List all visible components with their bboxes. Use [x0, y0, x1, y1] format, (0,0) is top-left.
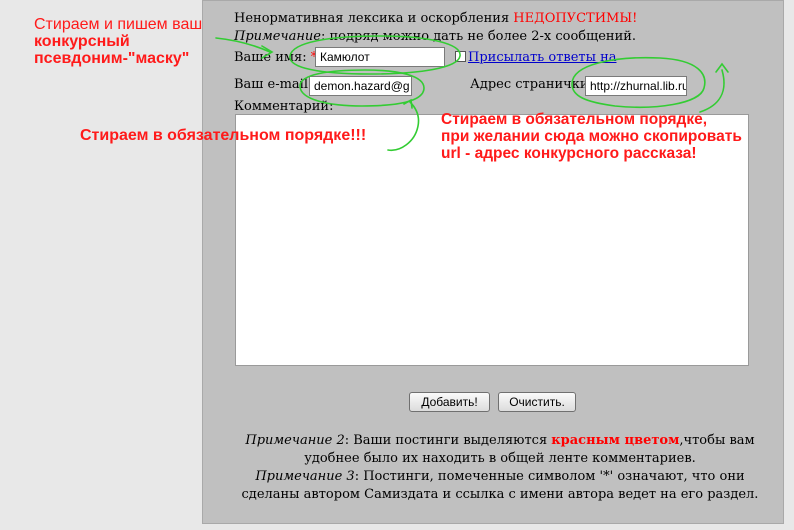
annotation-pseudonym-line1: Стираем и пишем ваш	[34, 16, 203, 33]
name-label: Ваше имя:	[234, 50, 307, 65]
annotation-pseudonym: Стираем и пишем ваш конкурсный псевдоним…	[34, 16, 202, 67]
note-text: : подряд можно дать не более 2-х сообщен…	[320, 29, 637, 44]
annotation-pseudonym-line3: псевдоним-"маску"	[34, 50, 190, 67]
notes-block: Примечание 2: Ваши постинги выделяются к…	[230, 432, 770, 504]
note2-label: Примечание 2	[245, 433, 345, 448]
page-label: Адрес странички:	[470, 77, 593, 92]
clear-button[interactable]: Очистить.	[498, 392, 576, 412]
email-input[interactable]: demon.hazard@g	[309, 76, 412, 96]
name-input[interactable]: Камюлот	[315, 47, 445, 67]
note-3: Примечание 3: Постинги, помеченные симво…	[230, 468, 770, 504]
annotation-url-line2: при желании сюда можно скопировать	[441, 128, 742, 145]
annotation-url-line1: Стираем в обязательном порядке,	[441, 111, 708, 128]
annotation-email: Стираем в обязательном порядке!!!	[80, 127, 367, 144]
note2-text-a: : Ваши постинги выделяются	[344, 433, 552, 448]
note-label: Примечание	[234, 29, 321, 44]
annotation-pseudonym-line2: конкурсный	[34, 33, 130, 50]
comment-label: Комментарий:	[234, 99, 334, 114]
subscribe-link[interactable]: Присылать ответы на	[468, 50, 616, 65]
warning-text: Ненормативная лексика и оскорбления	[234, 11, 510, 26]
note-2: Примечание 2: Ваши постинги выделяются к…	[230, 432, 770, 468]
annotation-url: Стираем в обязательном порядке, при жела…	[441, 111, 742, 162]
note3-label: Примечание 3	[255, 469, 355, 484]
annotation-url-line3: url - адрес конкурсного рассказа!	[441, 145, 697, 162]
warning-highlight: НЕДОПУСТИМЫ!	[513, 11, 638, 26]
note-line: Примечание: подряд можно дать не более 2…	[234, 29, 636, 44]
subscribe-checkbox[interactable]	[455, 51, 466, 62]
page-url-input[interactable]: http://zhurnal.lib.ru	[585, 76, 687, 96]
warning-line: Ненормативная лексика и оскорбления НЕДО…	[234, 11, 637, 26]
submit-button[interactable]: Добавить!	[409, 392, 490, 412]
email-label: Ваш e-mail:	[234, 77, 313, 92]
name-label-row: Ваше имя: *	[234, 50, 317, 65]
note2-red-text: красным цветом	[551, 433, 680, 448]
